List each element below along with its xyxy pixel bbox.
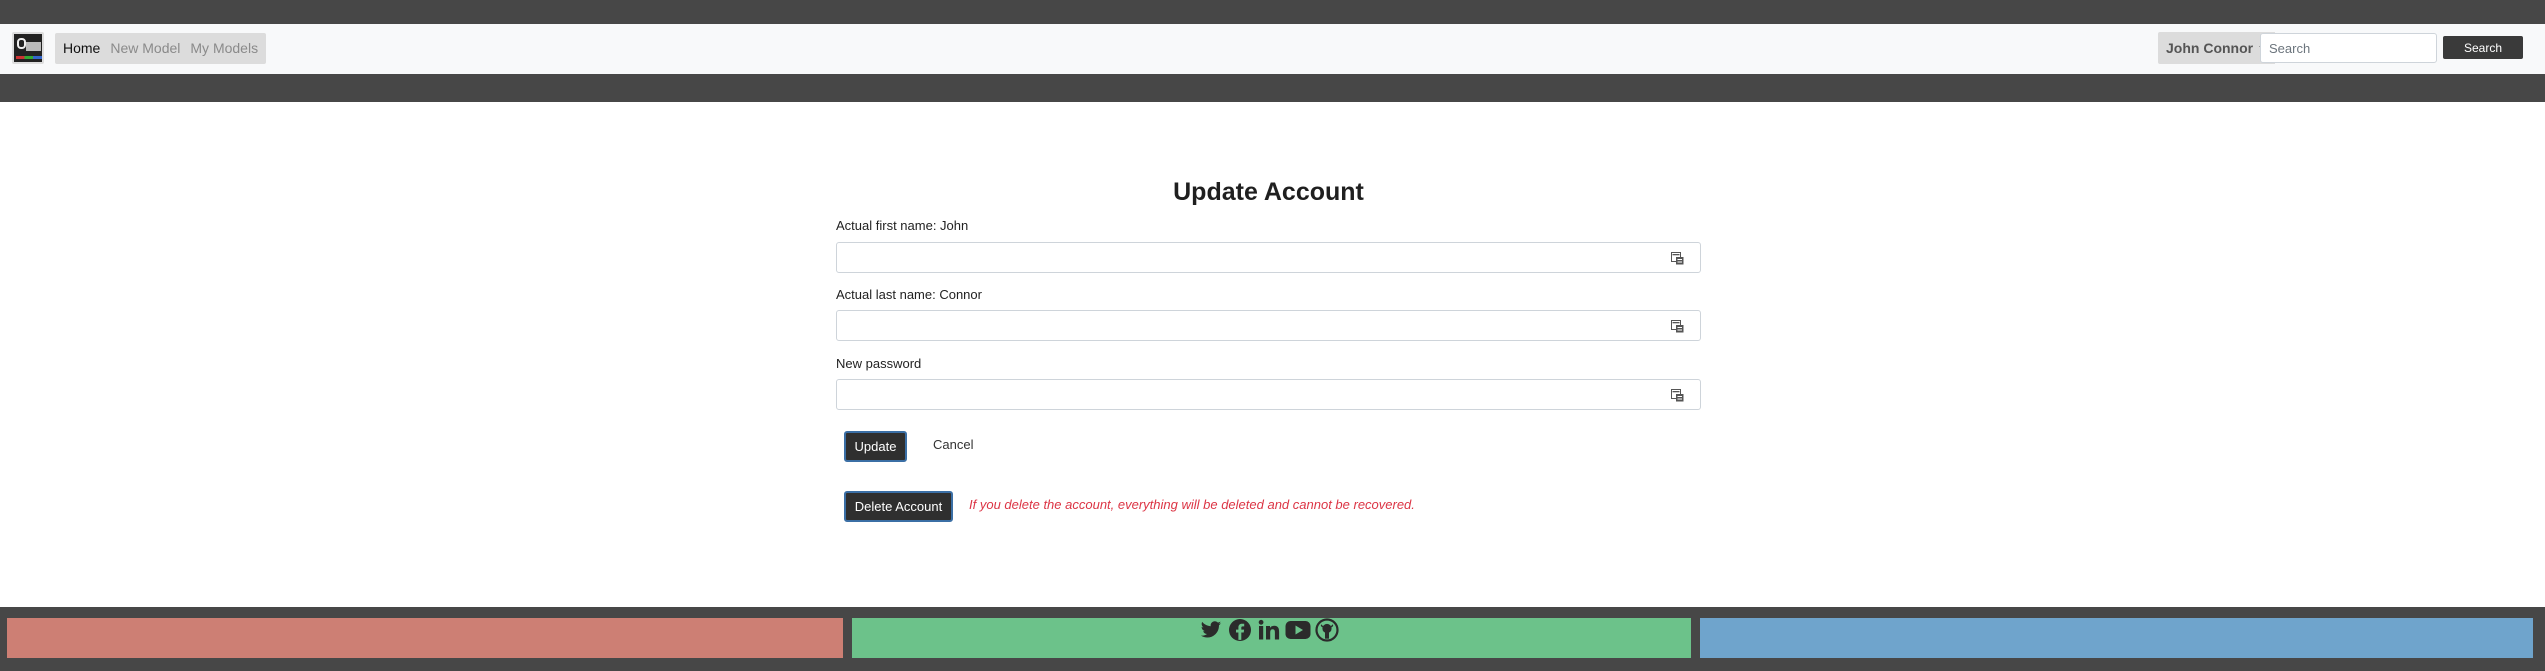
password-field-wrapper [836,379,1701,410]
linkedin-icon[interactable] [1256,617,1282,643]
last-name-field[interactable] [837,311,1700,340]
footer-right-panel [1700,618,2533,658]
delete-warning: If you delete the account, everything wi… [969,497,1415,512]
first-name-field-wrapper [836,242,1701,273]
delete-account-button[interactable]: Delete Account [844,491,953,522]
footer-left-panel [7,618,843,658]
password-label: New password [836,356,922,371]
app-logo[interactable] [12,32,44,64]
social-links [1198,617,1340,643]
last-name-field-wrapper [836,310,1701,341]
nav-links: Home New Model My Models [55,33,267,64]
autofill-icon[interactable] [1671,252,1684,265]
facebook-icon[interactable] [1227,617,1253,643]
search-input[interactable] [2260,33,2437,63]
youtube-icon[interactable] [1285,617,1311,643]
password-field[interactable] [837,380,1700,409]
github-icon[interactable] [1314,617,1340,643]
page-title: Update Account [1173,178,1364,206]
first-name-label: Actual first name: John [836,218,969,233]
autofill-icon[interactable] [1671,389,1684,402]
user-name: John Connor [2166,40,2254,56]
cancel-link[interactable]: Cancel [933,437,973,452]
twitter-icon[interactable] [1198,617,1224,643]
navbar: Home New Model My Models John Connor Sea… [0,24,2545,74]
last-name-label: Actual last name: Connor [836,287,982,302]
first-name-field[interactable] [837,243,1700,272]
nav-link-home[interactable]: Home [58,33,105,64]
user-dropdown[interactable]: John Connor [2158,32,2276,64]
autofill-icon[interactable] [1671,320,1684,333]
nav-link-my-models[interactable]: My Models [185,33,263,64]
nav-link-new-model[interactable]: New Model [105,33,185,64]
update-button[interactable]: Update [844,431,907,462]
search-button[interactable]: Search [2443,36,2523,59]
